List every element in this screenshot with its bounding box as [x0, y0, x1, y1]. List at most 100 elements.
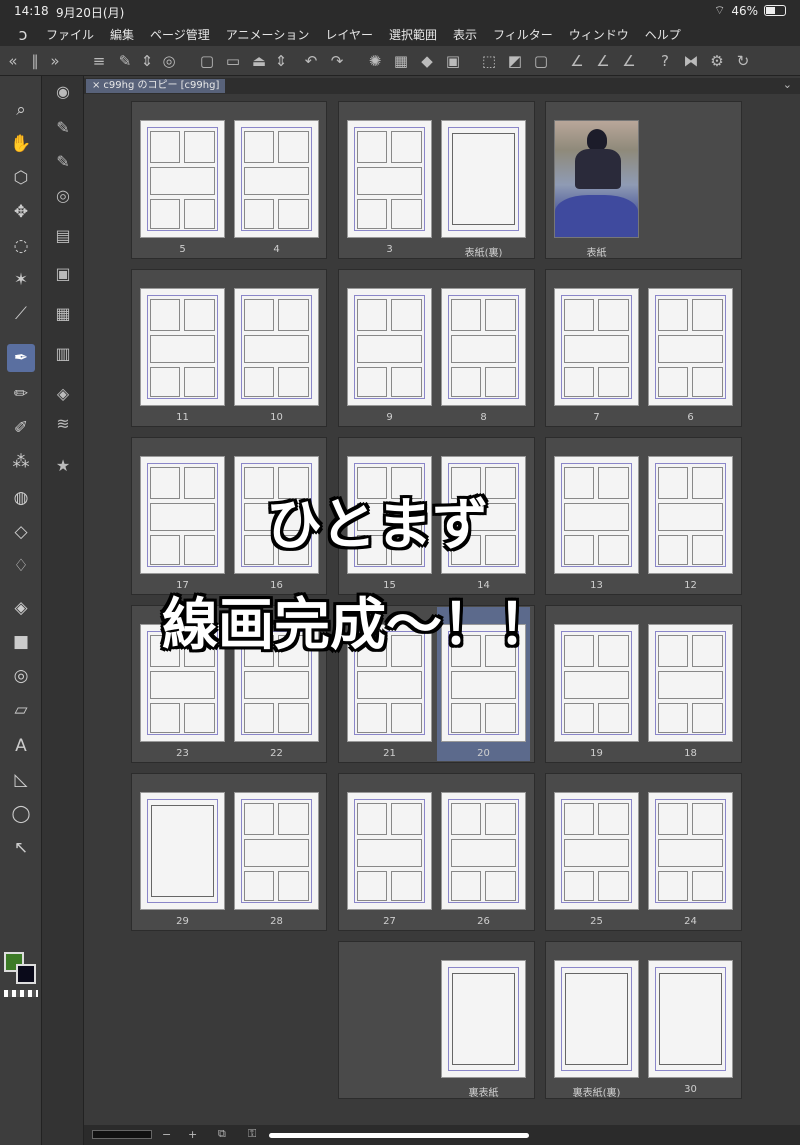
ruler2-icon[interactable]: ∠	[594, 52, 612, 70]
page-thumbnail[interactable]	[441, 792, 526, 910]
menu-filter[interactable]: フィルター	[493, 26, 553, 43]
magic-wand-icon[interactable]: ✶	[7, 266, 35, 294]
select-border-icon[interactable]: ▢	[532, 52, 550, 70]
stamp-icon[interactable]: ⚿	[248, 1127, 256, 1141]
updown2-icon[interactable]: ⇕	[272, 52, 290, 70]
page-thumbnail[interactable]	[554, 288, 639, 406]
balloon-icon[interactable]: ◺	[7, 766, 35, 794]
page-thumbnail[interactable]	[648, 288, 733, 406]
menu-file[interactable]: ファイル	[46, 26, 94, 43]
layer-property-icon[interactable]: ◈	[51, 382, 75, 406]
fill-bucket-icon[interactable]: ◈	[7, 594, 35, 622]
open-folder-icon[interactable]: ▭	[224, 52, 242, 70]
undo-icon[interactable]: ↶	[302, 52, 320, 70]
page-thumbnail[interactable]	[140, 456, 225, 574]
zoom-icon[interactable]: ⌕	[7, 96, 35, 124]
page-thumbnail[interactable]	[648, 792, 733, 910]
gradient-icon[interactable]: ■	[7, 628, 35, 656]
eraser-icon[interactable]: ◇	[7, 518, 35, 546]
collapse-left-icon[interactable]: «	[4, 52, 22, 70]
brush-icon[interactable]: ✐	[7, 414, 35, 442]
save-icon[interactable]: ⏏	[250, 52, 268, 70]
document-tab[interactable]: × c99hg のコピー [c99hg]	[86, 79, 226, 93]
page-thumbnail[interactable]	[441, 960, 526, 1078]
menu-animation[interactable]: アニメーション	[226, 26, 310, 43]
color-wheel-icon[interactable]: ▣	[51, 262, 75, 286]
transparent-color-swatch[interactable]	[4, 990, 38, 997]
redo-icon[interactable]: ↷	[328, 52, 346, 70]
settings-icon[interactable]: ⚙	[708, 52, 726, 70]
transform-icon[interactable]: ▣	[444, 52, 462, 70]
fill-icon[interactable]: ◆	[418, 52, 436, 70]
invert-icon[interactable]: ◩	[506, 52, 524, 70]
page-thumbnail[interactable]	[554, 792, 639, 910]
frame-icon[interactable]: ▱	[7, 696, 35, 724]
page-thumbnail[interactable]	[234, 120, 319, 238]
page-thumbnail[interactable]	[140, 288, 225, 406]
spiral-icon[interactable]: ◎	[160, 52, 178, 70]
ruler1-icon[interactable]: ∠	[568, 52, 586, 70]
menu-help[interactable]: ヘルプ	[645, 26, 681, 43]
zoom-in-button[interactable]: +	[188, 1128, 197, 1141]
color-set-icon[interactable]: ▦	[51, 302, 75, 326]
loading-icon[interactable]: ✺	[366, 52, 384, 70]
updown-icon[interactable]: ⇕	[138, 52, 156, 70]
page-thumbnail[interactable]	[648, 960, 733, 1078]
page-thumbnail[interactable]	[347, 120, 432, 238]
fit-icon[interactable]: ⧉	[218, 1127, 226, 1141]
layers-icon[interactable]: ≋	[51, 412, 75, 436]
page-thumbnail[interactable]	[648, 624, 733, 742]
cover-page-thumbnail[interactable]	[554, 120, 639, 238]
rotate-icon[interactable]: ↻	[734, 52, 752, 70]
subtool-pen-icon[interactable]: ✎	[51, 116, 75, 140]
menu-selection[interactable]: 選択範囲	[389, 26, 437, 43]
expand-icon[interactable]: »	[46, 52, 64, 70]
grip-icon[interactable]: ∥	[26, 52, 44, 70]
blend-icon[interactable]: ♢	[7, 552, 35, 580]
menu-window[interactable]: ウィンドウ	[569, 26, 629, 43]
page-thumbnail[interactable]	[347, 792, 432, 910]
page-thumbnail[interactable]	[441, 120, 526, 238]
page-thumbnail[interactable]	[347, 288, 432, 406]
material-icon[interactable]: ▤	[51, 224, 75, 248]
pen-icon[interactable]: ✒	[7, 344, 35, 372]
close-icon[interactable]: ×	[92, 80, 100, 91]
edit-page-icon[interactable]: ✎	[116, 52, 134, 70]
object-icon[interactable]: ⬡	[7, 164, 35, 192]
deselect-icon[interactable]: ⬚	[480, 52, 498, 70]
page-thumbnail[interactable]	[554, 624, 639, 742]
chevron-down-icon[interactable]: ⌄	[783, 78, 792, 91]
sub-color-swatch[interactable]	[16, 964, 36, 984]
correct-line-icon[interactable]: ↖	[7, 834, 35, 862]
menu-page[interactable]: ページ管理	[150, 26, 210, 43]
move-icon[interactable]: ✥	[7, 198, 35, 226]
zoom-slider[interactable]	[92, 1130, 152, 1139]
navigator-icon[interactable]: ◉	[51, 80, 75, 104]
hand-icon[interactable]: ✋	[7, 130, 35, 158]
decoration-icon[interactable]: ◍	[7, 484, 35, 512]
favorite-icon[interactable]: ★	[51, 454, 75, 478]
flip-icon[interactable]: ⧓	[682, 52, 700, 70]
page-thumbnail[interactable]	[234, 288, 319, 406]
page-thumbnail[interactable]	[441, 288, 526, 406]
menu-layer[interactable]: レイヤー	[325, 26, 373, 43]
eyedropper-icon[interactable]: ⟋	[7, 300, 35, 328]
lasso-icon[interactable]: ◌	[7, 232, 35, 260]
timeline-icon[interactable]: ▥	[51, 342, 75, 366]
help-icon[interactable]: ?	[656, 52, 674, 70]
speech-icon[interactable]: ◯	[7, 800, 35, 828]
tool-property-icon[interactable]: ✎	[51, 150, 75, 174]
brush-size-icon[interactable]: ◎	[51, 184, 75, 208]
home-indicator[interactable]	[269, 1133, 529, 1138]
zoom-out-button[interactable]: −	[162, 1128, 171, 1141]
page-thumbnail[interactable]	[140, 792, 225, 910]
page-thumbnail[interactable]	[554, 456, 639, 574]
page-thumbnail[interactable]	[140, 120, 225, 238]
pencil-icon[interactable]: ✏	[7, 380, 35, 408]
menu-view[interactable]: 表示	[453, 26, 477, 43]
menu-edit[interactable]: 編集	[110, 26, 134, 43]
ruler3-icon[interactable]: ∠	[620, 52, 638, 70]
grid-icon[interactable]: ▦	[392, 52, 410, 70]
figure-icon[interactable]: ◎	[7, 662, 35, 690]
airbrush-icon[interactable]: ⁂	[7, 448, 35, 476]
